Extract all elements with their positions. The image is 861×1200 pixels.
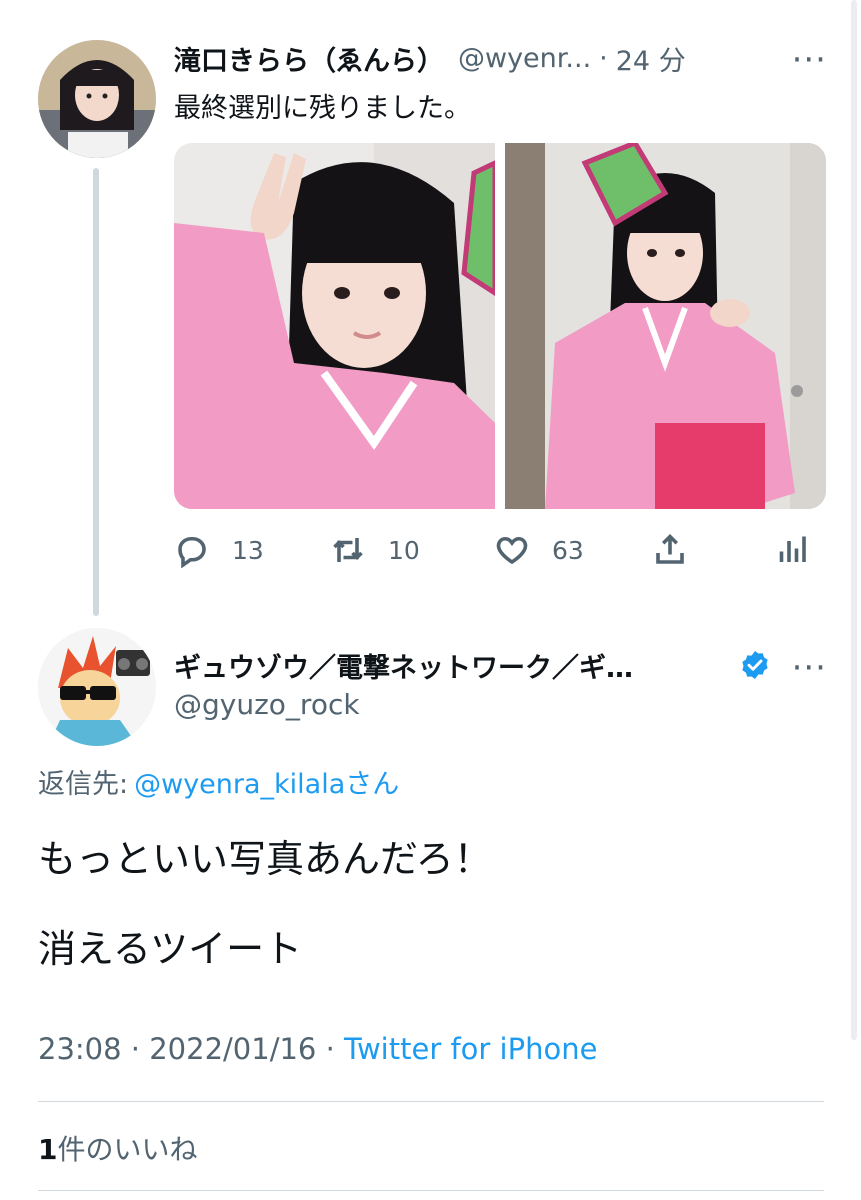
tweet-time[interactable]: 23:08: [38, 1032, 122, 1066]
user-handle[interactable]: @gyuzo_rock: [174, 688, 360, 721]
reply-text-line-2: 消えるツイート: [38, 927, 303, 971]
photo-1[interactable]: [174, 143, 495, 509]
reply-header: ギュウゾウ／電撃ネットワーク／ギ…: [174, 645, 774, 685]
verified-badge-icon: [742, 651, 768, 679]
heart-icon: [496, 536, 528, 565]
stats-button[interactable]: [774, 532, 810, 568]
likes-label: 件のいいね: [57, 1133, 198, 1166]
thread-line: [93, 168, 99, 616]
user-handle[interactable]: @wyenr...: [458, 43, 591, 74]
display-name[interactable]: 滝口きらら（ゑんら）: [174, 39, 444, 78]
parent-tweet[interactable]: 滝口きらら（ゑんら） @wyenr... · 24 分 ··· 最終選別に残りま…: [0, 0, 861, 620]
separator: ·: [599, 42, 608, 74]
more-icon[interactable]: ···: [792, 648, 827, 688]
meta-separator: ·: [121, 1032, 150, 1066]
meta-separator: ·: [316, 1032, 345, 1066]
reply-to-suffix: さん: [345, 769, 400, 800]
retweet-icon: [333, 538, 363, 562]
tweet-header: 滝口きらら（ゑんら） @wyenr... · 24 分: [174, 38, 834, 78]
avatar[interactable]: [38, 40, 156, 158]
tweet-metadata: 23:08 · 2022/01/16 · Twitter for iPhone: [38, 1032, 597, 1066]
share-icon: [656, 533, 684, 564]
replying-to: 返信先: @wyenra_kilalaさん: [38, 762, 399, 801]
display-name[interactable]: ギュウゾウ／電撃ネットワーク／ギ…: [174, 646, 729, 685]
photo-2[interactable]: [505, 143, 826, 509]
stats-icon: [779, 536, 806, 562]
reply-count: 13: [232, 535, 264, 565]
divider: [38, 1101, 824, 1102]
more-icon[interactable]: ···: [792, 40, 827, 80]
likes-summary[interactable]: 1件のいいね: [38, 1128, 198, 1168]
avatar[interactable]: [38, 628, 156, 746]
tweet-date[interactable]: 2022/01/16: [149, 1032, 316, 1066]
share-button[interactable]: [652, 532, 688, 568]
tweet-media: [174, 143, 826, 509]
reply-to-mention[interactable]: @wyenra_kilala: [134, 769, 345, 800]
tweet-text: 最終選別に残りました。: [174, 93, 471, 124]
tweet-actions: 13 10 63: [174, 528, 814, 572]
reply-to-label: 返信先:: [38, 769, 129, 800]
reply-icon: [178, 536, 206, 568]
retweet-count: 10: [388, 535, 420, 565]
reply-button[interactable]: 13: [174, 532, 264, 568]
like-count: 63: [552, 535, 584, 565]
likes-count: 1: [38, 1133, 58, 1166]
tweet-source[interactable]: Twitter for iPhone: [344, 1032, 597, 1066]
divider: [38, 1190, 824, 1191]
retweet-button[interactable]: 10: [330, 532, 420, 568]
reply-text-line-1: もっといい写真あんだろ！: [38, 837, 492, 881]
timestamp[interactable]: 24 分: [616, 39, 686, 78]
like-button[interactable]: 63: [494, 532, 584, 568]
